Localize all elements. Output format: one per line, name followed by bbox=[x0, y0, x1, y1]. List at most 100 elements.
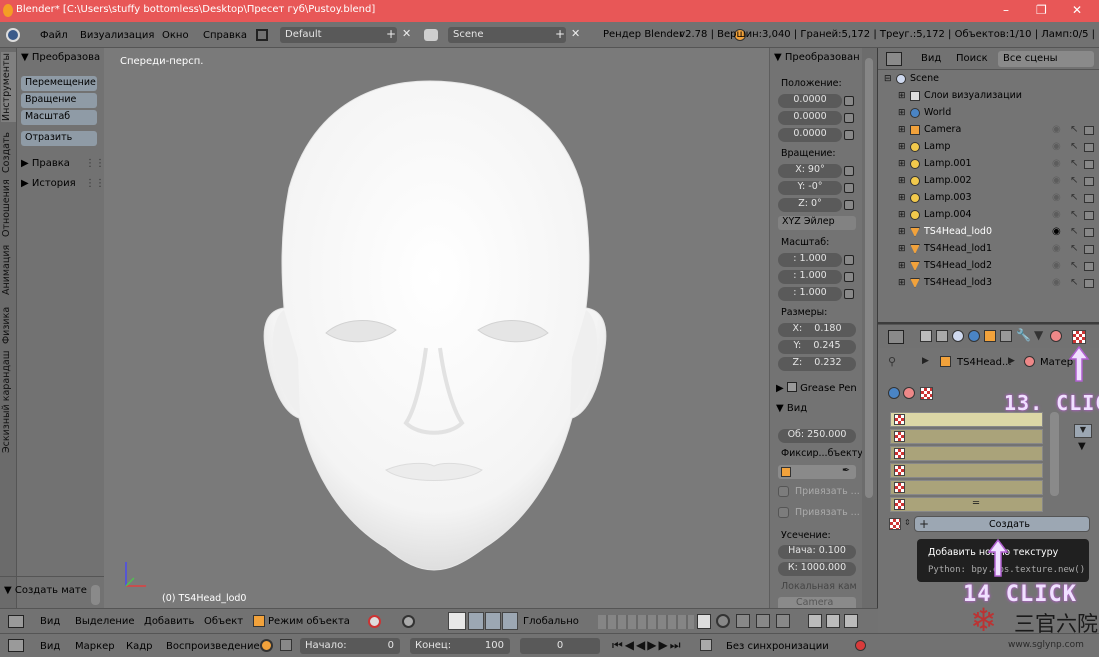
texture-slot[interactable] bbox=[890, 429, 1043, 444]
proportional-edit-icon[interactable] bbox=[716, 614, 730, 628]
expand-toggle-icon[interactable]: ⊟ bbox=[884, 74, 892, 84]
opengl-render-icon[interactable] bbox=[808, 614, 822, 628]
selectable-cursor-icon[interactable]: ↖ bbox=[1070, 260, 1078, 271]
pivot-icon[interactable] bbox=[402, 615, 415, 628]
tab-relations[interactable]: Отношения bbox=[1, 178, 16, 238]
sync-dropdown[interactable]: Без синхронизации bbox=[726, 641, 829, 652]
scrollbar-thumb[interactable] bbox=[865, 58, 873, 498]
lock-icon[interactable] bbox=[844, 200, 854, 210]
viewport-select-menu[interactable]: Выделение bbox=[75, 616, 135, 627]
texture-slot[interactable] bbox=[890, 463, 1043, 478]
layer-lock-icon[interactable] bbox=[697, 614, 711, 629]
tab-physics[interactable]: Физика bbox=[1, 304, 16, 346]
drag-handle-icon[interactable]: ⋮⋮ bbox=[85, 158, 105, 169]
renderable-camera-icon[interactable] bbox=[1084, 262, 1094, 271]
3d-viewport[interactable]: Спереди-персп. (0) TS4Head_lod0 bbox=[104, 48, 769, 608]
expand-toggle-icon[interactable]: ⊞ bbox=[898, 244, 906, 254]
layout-icon[interactable] bbox=[256, 29, 268, 41]
outliner-editor-icon[interactable] bbox=[886, 52, 902, 66]
outliner-row-label[interactable]: Scene bbox=[910, 73, 939, 84]
rotation-z-field[interactable]: Z: 0° bbox=[778, 198, 842, 212]
location-y-field[interactable]: 0.0000 bbox=[778, 111, 842, 125]
orientation-dropdown[interactable]: Глобально bbox=[523, 616, 579, 627]
move-down-icon[interactable]: ▼ bbox=[1074, 424, 1092, 438]
scene-selector[interactable]: Scene bbox=[448, 27, 566, 43]
outliner-row[interactable]: ⊞ TS4Head_lod3 ◉ ↖ bbox=[878, 275, 1099, 292]
playback-controls[interactable]: ⏮◀◀▶▶⏭ bbox=[612, 638, 683, 653]
end-frame-field[interactable]: Конец: 100 bbox=[410, 638, 510, 654]
outliner-search-menu[interactable]: Поиск bbox=[956, 53, 988, 64]
visibility-eye-icon[interactable]: ◉ bbox=[1052, 124, 1061, 135]
layers-tab-icon[interactable] bbox=[936, 330, 948, 342]
renderable-camera-icon[interactable] bbox=[1084, 279, 1094, 288]
selectable-cursor-icon[interactable]: ↖ bbox=[1070, 226, 1078, 237]
add-layout-icon[interactable]: + bbox=[386, 27, 396, 41]
expand-toggle-icon[interactable]: ⊞ bbox=[898, 210, 906, 220]
selectable-cursor-icon[interactable]: ↖ bbox=[1070, 243, 1078, 254]
material-tab-icon[interactable] bbox=[1050, 330, 1062, 342]
visibility-eye-icon[interactable]: ◉ bbox=[1052, 209, 1061, 220]
renderable-camera-icon[interactable] bbox=[1084, 245, 1094, 254]
location-x-field[interactable]: 0.0000 bbox=[778, 94, 842, 108]
viewport-object-menu[interactable]: Объект bbox=[204, 616, 243, 627]
remove-scene-icon[interactable]: ✕ bbox=[571, 27, 580, 40]
properties-editor-icon[interactable] bbox=[888, 330, 904, 344]
local-camera-field[interactable]: Camera bbox=[778, 597, 856, 608]
expand-toggle-icon[interactable]: ⊞ bbox=[898, 193, 906, 203]
timeline-frame-menu[interactable]: Кадр bbox=[126, 641, 153, 652]
history-panel-header[interactable]: ▶ История bbox=[21, 178, 76, 189]
timeline-marker-menu[interactable]: Маркер bbox=[75, 641, 115, 652]
visibility-eye-icon[interactable]: ◉ bbox=[1052, 141, 1061, 152]
operator-scrollbar[interactable] bbox=[91, 585, 100, 605]
checkbox[interactable] bbox=[778, 486, 789, 497]
outliner-row-label[interactable]: Lamp.004 bbox=[924, 209, 972, 220]
slot-specials-icon[interactable]: ▼ bbox=[1078, 441, 1086, 452]
dimension-x-field[interactable]: X: 0.180 bbox=[778, 323, 856, 337]
start-frame-field[interactable]: Начало: 0 bbox=[300, 638, 400, 654]
visibility-eye-icon[interactable]: ◉ bbox=[1052, 158, 1061, 169]
rotate-manipulator-icon[interactable] bbox=[485, 612, 501, 630]
clock-icon[interactable] bbox=[260, 639, 273, 652]
outliner-row[interactable]: ⊞ Lamp.002 ◉ ↖ bbox=[878, 173, 1099, 190]
tab-tools[interactable]: Инструменты bbox=[1, 52, 16, 122]
expand-toggle-icon[interactable]: ⊞ bbox=[898, 176, 906, 186]
visibility-eye-icon[interactable]: ◉ bbox=[1052, 260, 1061, 271]
breadcrumb-object[interactable]: TS4Head... bbox=[957, 357, 1012, 368]
resize-handle-icon[interactable]: ═ bbox=[973, 498, 979, 509]
outliner-row-label[interactable]: Слои визуализации bbox=[924, 90, 1022, 101]
modifiers-tab-icon[interactable]: 🔧 bbox=[1016, 328, 1031, 342]
outliner-row[interactable]: ⊞ Lamp ◉ ↖ bbox=[878, 139, 1099, 156]
translate-button[interactable]: Перемещение bbox=[21, 76, 97, 91]
maximize-icon[interactable]: ❐ bbox=[1036, 3, 1047, 17]
object-tab-icon[interactable] bbox=[984, 330, 996, 342]
lock-object-field[interactable]: ✒ bbox=[778, 465, 856, 479]
expand-toggle-icon[interactable]: ⊞ bbox=[898, 108, 906, 118]
outliner-row[interactable]: ⊞ Lamp.001 ◉ ↖ bbox=[878, 156, 1099, 173]
pin-icon[interactable]: ⚲ bbox=[888, 355, 896, 368]
renderable-camera-icon[interactable] bbox=[1084, 143, 1094, 152]
visibility-eye-icon[interactable]: ◉ bbox=[1052, 175, 1061, 186]
rotation-mode-dropdown[interactable]: XYZ Эйлер bbox=[778, 216, 856, 230]
lock-icon[interactable] bbox=[844, 255, 854, 265]
slot-list-scrollbar[interactable] bbox=[1050, 412, 1059, 496]
outliner-view-menu[interactable]: Вид bbox=[921, 53, 941, 64]
scale-z-field[interactable]: : 1.000 bbox=[778, 287, 842, 301]
renderable-camera-icon[interactable] bbox=[1084, 194, 1094, 203]
selectable-cursor-icon[interactable]: ↖ bbox=[1070, 158, 1078, 169]
lock-icon[interactable] bbox=[844, 166, 854, 176]
visibility-eye-icon[interactable]: ◉ bbox=[1052, 243, 1061, 254]
grease-pencil-header[interactable]: ▶ Grease Pen bbox=[776, 382, 857, 394]
camera-view-icon[interactable] bbox=[844, 614, 858, 628]
translate-manipulator-icon[interactable] bbox=[468, 612, 484, 630]
outliner-row[interactable]: ⊟ Scene bbox=[878, 71, 1099, 88]
renderable-camera-icon[interactable] bbox=[1084, 126, 1094, 135]
dimension-y-field[interactable]: Y: 0.245 bbox=[778, 340, 856, 354]
operator-panel-header[interactable]: ▼ Создать мате bbox=[4, 585, 87, 596]
editor-type-icon[interactable] bbox=[6, 28, 20, 42]
texture-tab-icon[interactable] bbox=[1072, 330, 1086, 344]
outliner-row-label[interactable]: TS4Head_lod1 bbox=[924, 243, 992, 254]
outliner-row-label[interactable]: Lamp.002 bbox=[924, 175, 972, 186]
snap-icon[interactable] bbox=[736, 614, 750, 628]
viewport-view-menu[interactable]: Вид bbox=[40, 616, 60, 627]
tab-create[interactable]: Создать bbox=[1, 130, 16, 174]
